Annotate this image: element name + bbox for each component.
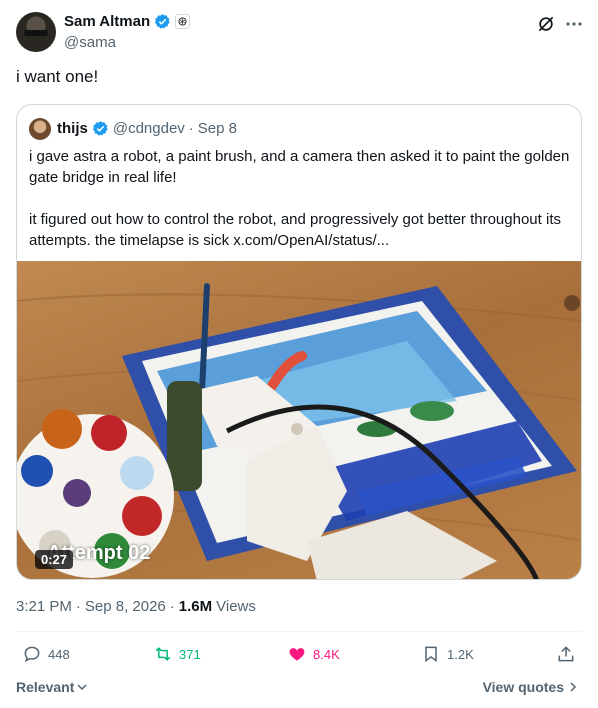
quoted-tweet[interactable]: thijs @cdngdev · Sep 8 i gave astra a ro… (16, 104, 582, 580)
grok-icon[interactable] (536, 14, 556, 34)
heart-icon (289, 648, 305, 661)
tweet-header: Sam Altman @sama (16, 12, 582, 56)
reply-count: 448 (48, 646, 70, 662)
share-icon (558, 646, 574, 662)
sort-label: Relevant (16, 679, 75, 695)
retweet-icon (155, 647, 171, 661)
reply-icon (24, 646, 40, 663)
chevron-down-icon (77, 684, 87, 691)
verified-badge-icon (154, 14, 170, 29)
video-media[interactable]: Attempt 02 0:27 (17, 261, 581, 579)
separator: · (188, 120, 194, 137)
bookmark-icon (425, 646, 437, 663)
quoted-meta: thijs @cdngdev · Sep 8 (57, 120, 237, 137)
author-name[interactable]: Sam Altman (64, 13, 150, 30)
openai-logo-icon (178, 17, 187, 26)
bookmark-button[interactable]: 1.2K (421, 644, 474, 664)
view-quotes-link[interactable]: View quotes (483, 679, 578, 695)
video-frame (17, 283, 581, 579)
separator: · (75, 598, 81, 615)
tweet-text: i want one! (16, 67, 99, 86)
views-label: Views (216, 598, 256, 615)
tweet-timestamp: 3:21 PM · Sep 8, 2026 · 1.6M Views (16, 598, 256, 615)
view-quotes-label: View quotes (482, 679, 564, 695)
separator: · (169, 598, 175, 615)
quoted-paragraph: i gave astra a robot, a paint brush, and… (29, 148, 570, 186)
quoted-author-name[interactable]: thijs (57, 120, 88, 137)
share-button[interactable] (556, 644, 576, 664)
quoted-paragraph: it figured out how to control the robot,… (29, 211, 561, 249)
sort-dropdown[interactable]: Relevant (16, 679, 88, 695)
quoted-date[interactable]: Sep 8 (198, 120, 237, 137)
time[interactable]: 3:21 PM (16, 598, 72, 615)
author-handle[interactable]: @sama (64, 34, 116, 51)
chevron-right-icon (570, 682, 577, 692)
affiliation-badge-icon[interactable] (175, 14, 191, 29)
quoted-author-handle[interactable]: @cdngdev (113, 120, 185, 137)
divider (16, 631, 582, 632)
author-name-row: Sam Altman (64, 13, 191, 30)
retweet-count: 371 (179, 646, 201, 662)
retweet-button[interactable]: 371 (153, 644, 201, 664)
views-count: 1.6M (178, 598, 213, 615)
verified-badge-icon (92, 121, 108, 136)
action-bar: 448 371 8.4K 1.2K (16, 644, 582, 668)
reply-button[interactable]: 448 (22, 644, 70, 664)
like-button[interactable]: 8.4K (287, 644, 340, 664)
avatar[interactable] (16, 12, 56, 52)
bookmark-count: 1.2K (447, 646, 474, 662)
quoted-avatar[interactable] (29, 118, 51, 140)
video-duration-badge: 0:27 (35, 550, 74, 569)
more-icon[interactable] (564, 14, 584, 34)
like-count: 8.4K (313, 646, 340, 662)
date[interactable]: Sep 8, 2026 (85, 598, 166, 615)
quoted-text: i gave astra a robot, a paint brush, and… (29, 146, 571, 251)
